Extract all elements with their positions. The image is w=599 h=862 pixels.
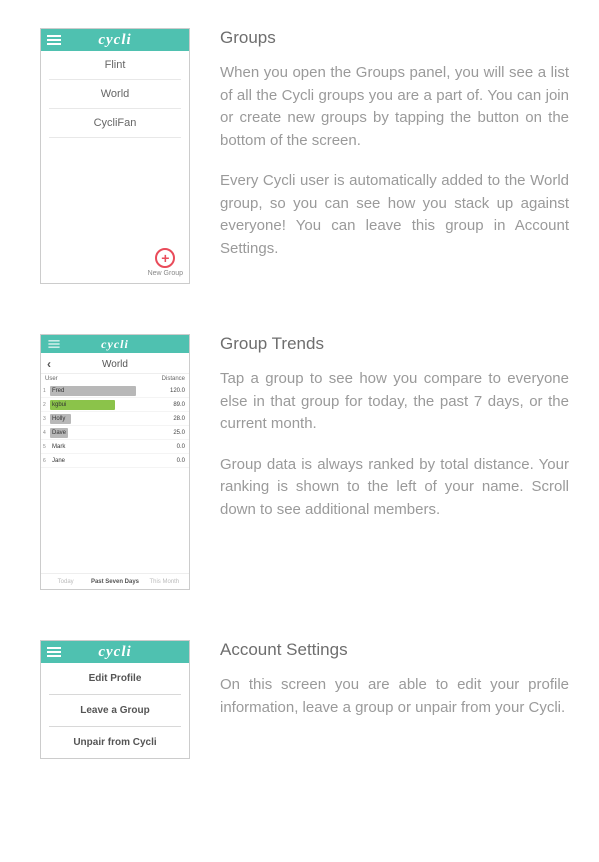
menu-icon[interactable]: [47, 35, 61, 45]
section-para: Tap a group to see how you compare to ev…: [220, 368, 569, 436]
section-groups: cycli Flint World CycliFan + New Group G…: [0, 28, 599, 284]
section-heading: Group Trends: [220, 334, 569, 354]
table-row: 2kgbui 89.0: [41, 398, 189, 412]
new-group-area: + New Group: [148, 248, 183, 277]
column-headers: User Distance: [41, 374, 189, 384]
screenshot-groups: cycli Flint World CycliFan + New Group: [40, 28, 190, 284]
rank: 4: [43, 430, 50, 436]
group-item[interactable]: CycliFan: [49, 109, 181, 138]
bar-cell: Dave: [50, 427, 155, 439]
rank: 6: [43, 458, 50, 464]
section-para: On this screen you are able to edit your…: [220, 674, 569, 719]
timeframe-tab[interactable]: Past Seven Days: [90, 574, 139, 589]
screenshot-trends: cycli ‹ World User Distance 1Fred 120.0 2k…: [40, 334, 190, 590]
screenshot-settings: cycli Edit Profile Leave a Group Unpair …: [40, 640, 190, 759]
section-heading: Groups: [220, 28, 569, 48]
col-user: User: [45, 376, 149, 382]
settings-item-edit-profile[interactable]: Edit Profile: [49, 663, 181, 695]
distance-value: 89.0: [155, 402, 185, 408]
group-item[interactable]: World: [49, 80, 181, 109]
user-name: Fred: [50, 388, 64, 394]
distance-value: 25.0: [155, 430, 185, 436]
new-group-label: New Group: [148, 270, 183, 277]
distance-value: 0.0: [155, 444, 185, 450]
section-para: Every Cycli user is automatically added …: [220, 170, 569, 260]
section-para: Group data is always ranked by total dis…: [220, 454, 569, 522]
table-row: 5Mark 0.0: [41, 440, 189, 454]
settings-item-leave-group[interactable]: Leave a Group: [49, 695, 181, 727]
app-brand: cycli: [47, 337, 183, 352]
section-text: Group Trends Tap a group to see how you …: [190, 334, 569, 539]
section-text: Account Settings On this screen you are …: [190, 640, 569, 737]
timeframe-tab[interactable]: This Month: [140, 574, 189, 589]
user-name: kgbui: [50, 402, 66, 408]
bar-cell: Jane: [50, 455, 155, 467]
app-topbar: cycli: [41, 29, 189, 51]
table-row: 4Dave 25.0: [41, 426, 189, 440]
menu-icon[interactable]: [48, 340, 59, 348]
bar-cell: Fred: [50, 385, 155, 397]
distance-value: 0.0: [155, 458, 185, 464]
rank: 2: [43, 402, 50, 408]
table-row: 6Jane 0.0: [41, 454, 189, 468]
bar-cell: kgbui: [50, 399, 155, 411]
distance-value: 28.0: [155, 416, 185, 422]
table-row: 1Fred 120.0: [41, 384, 189, 398]
groups-list: Flint World CycliFan: [41, 51, 189, 138]
table-row: 3Holly 28.0: [41, 412, 189, 426]
bar-cell: Mark: [50, 441, 155, 453]
plus-icon[interactable]: +: [155, 248, 175, 268]
user-name: Jane: [50, 458, 65, 464]
app-brand: cycli: [47, 32, 183, 49]
timeframe-tab[interactable]: Today: [41, 574, 90, 589]
group-title: World: [47, 359, 183, 370]
menu-icon[interactable]: [47, 647, 61, 657]
rank: 5: [43, 444, 50, 450]
rank: 3: [43, 416, 50, 422]
app-topbar: cycli: [41, 335, 189, 353]
section-para: When you open the Groups panel, you will…: [220, 62, 569, 152]
trend-rows: 1Fred 120.0 2kgbui 89.0 3Holly 28.0 4Dave 25.0 5…: [41, 384, 189, 468]
rank: 1: [43, 388, 50, 394]
section-account-settings: cycli Edit Profile Leave a Group Unpair …: [0, 640, 599, 759]
user-name: Mark: [50, 444, 65, 450]
col-distance: Distance: [149, 376, 185, 382]
section-heading: Account Settings: [220, 640, 569, 660]
distance-value: 120.0: [155, 388, 185, 394]
settings-item-unpair[interactable]: Unpair from Cycli: [49, 727, 181, 758]
timeframe-tabs: TodayPast Seven DaysThis Month: [41, 573, 189, 589]
user-name: Dave: [50, 430, 66, 436]
app-topbar: cycli: [41, 641, 189, 663]
app-brand: cycli: [47, 644, 183, 661]
section-trends: cycli ‹ World User Distance 1Fred 120.0 2k…: [0, 334, 599, 590]
section-text: Groups When you open the Groups panel, y…: [190, 28, 569, 278]
user-name: Holly: [50, 416, 65, 422]
group-item[interactable]: Flint: [49, 51, 181, 80]
subheader: ‹ World: [41, 353, 189, 374]
bar-cell: Holly: [50, 413, 155, 425]
